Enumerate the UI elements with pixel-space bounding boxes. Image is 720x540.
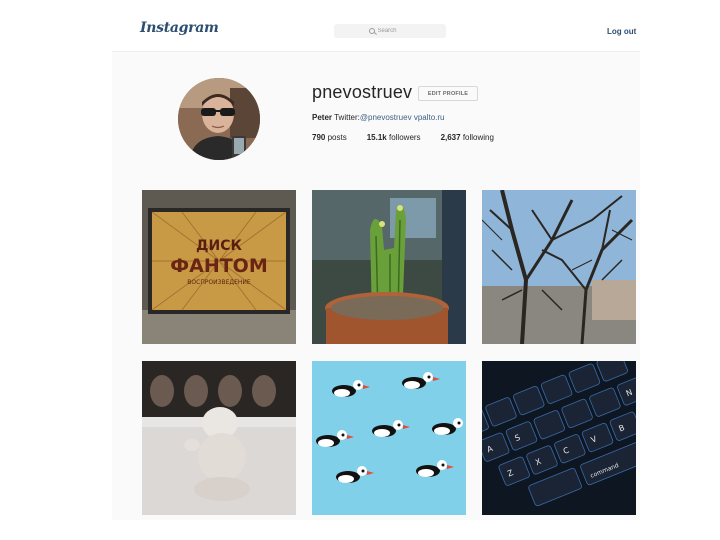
followers-stat[interactable]: 15.1k followers [367, 133, 421, 142]
sign-line-1: ДИСК [196, 238, 242, 254]
photo-tile-trees[interactable] [482, 190, 636, 344]
photo-tile-cactus[interactable] [312, 190, 466, 344]
bio-text: Twitter: [334, 113, 360, 122]
search-icon [368, 28, 375, 34]
bio-name: Peter [312, 113, 333, 122]
following-stat[interactable]: 2,637 following [441, 133, 494, 142]
followers-label: followers [388, 133, 421, 142]
instagram-logo[interactable]: Instagram [140, 20, 219, 36]
sign-line-2: ФАНТОМ [170, 255, 267, 277]
top-navigation-bar: Instagram Log out [112, 0, 640, 52]
profile-avatar[interactable] [178, 78, 260, 160]
instagram-page: Instagram Log out pnevostruev EDIT PROFI… [112, 0, 640, 520]
bio-twitter-handle-link[interactable]: @pnevostruev [360, 113, 412, 122]
search-box[interactable] [334, 24, 446, 38]
sign-line-3: ВОСПРОИЗВЕДЕНИЕ [187, 279, 251, 286]
photo-tile-ducks[interactable] [312, 361, 466, 515]
profile-bio: Peter Twitter:@pnevostruev vpalto.ru [312, 113, 445, 122]
followers-count: 15.1k [366, 133, 387, 142]
following-label: following [462, 133, 494, 142]
posts-stat: 790 posts [312, 133, 347, 142]
photo-tile-keyboard[interactable]: A S Z X C V B N command [482, 361, 636, 515]
posts-label: posts [327, 133, 347, 142]
search-input[interactable] [377, 28, 412, 34]
following-count: 2,637 [440, 133, 461, 142]
photo-tile-snow-figure[interactable] [142, 361, 296, 515]
logout-link[interactable]: Log out [607, 27, 636, 36]
posts-count: 790 [312, 133, 326, 142]
edit-profile-button[interactable]: EDIT PROFILE [418, 86, 478, 101]
bio-website-link[interactable]: vpalto.ru [414, 113, 445, 122]
profile-username: pnevostruev [312, 82, 413, 102]
photo-tile-sign[interactable]: ДИСК ФАНТОМ ВОСПРОИЗВЕДЕНИЕ [142, 190, 296, 344]
profile-stats: 790 posts 15.1k followers 2,637 followin… [312, 133, 514, 142]
